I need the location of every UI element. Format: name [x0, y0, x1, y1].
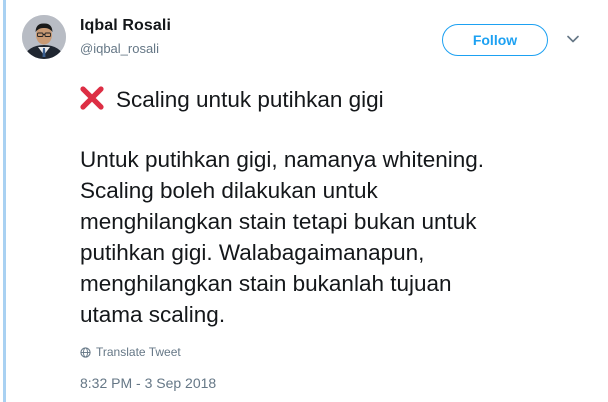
translate-label: Translate Tweet	[96, 345, 181, 359]
translate-tweet-link[interactable]: Translate Tweet	[80, 345, 181, 359]
chevron-down-icon[interactable]	[564, 30, 582, 48]
tweet-text-line: Untuk putihkan gigi, namanya whitening.	[80, 147, 485, 172]
tweet-card: Iqbal Rosali @iqbal_rosali Follow Scalin…	[0, 0, 608, 402]
tweet-text-line: putihkan gigi. Walabagaimanapun,	[80, 240, 425, 265]
tweet-text-line: menghilangkan stain bukanlah tujuan	[80, 271, 452, 296]
avatar[interactable]	[22, 15, 66, 59]
user-name[interactable]: Iqbal Rosali	[80, 17, 171, 35]
tweet-text-line: utama scaling.	[80, 302, 226, 327]
tweet-headline-text: Scaling untuk putihkan gigi	[116, 87, 384, 112]
globe-icon	[80, 346, 91, 358]
thread-line	[3, 0, 6, 402]
tweet-text-line: Scaling boleh dilakukan untuk	[80, 178, 378, 203]
tweet-timestamp[interactable]: 8:32 PM - 3 Sep 2018	[80, 375, 216, 391]
tweet-text-line: menghilangkan stain tetapi bukan untuk	[80, 209, 477, 234]
cross-mark-icon	[80, 86, 104, 110]
follow-button[interactable]: Follow	[442, 24, 548, 56]
user-handle[interactable]: @iqbal_rosali	[80, 41, 159, 56]
tweet-headline: Scaling untuk putihkan gigi	[80, 85, 600, 115]
